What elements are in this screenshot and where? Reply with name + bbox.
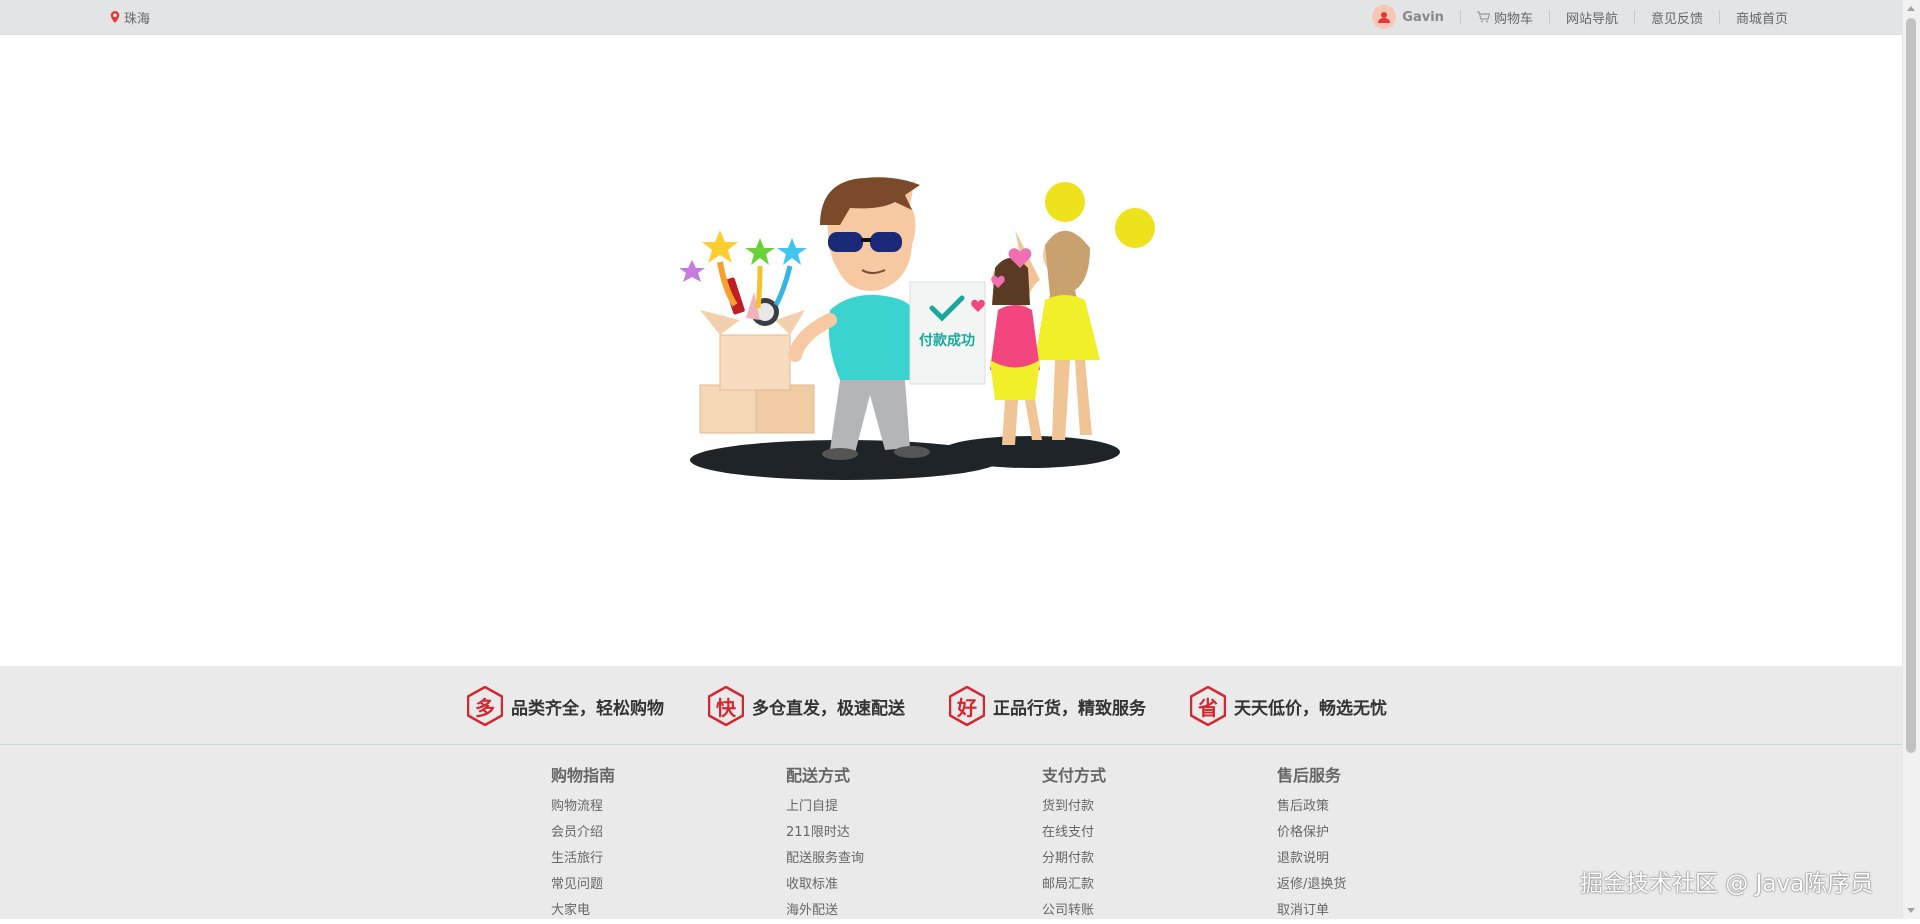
footer-link[interactable]: 价格保护 (1277, 820, 1346, 846)
footer-link[interactable]: 211限时达 (786, 820, 864, 846)
feedback-link[interactable]: 意见反馈 (1651, 8, 1703, 27)
feature-text: 正品行货，精致服务 (993, 698, 1146, 719)
cart-link[interactable]: 购物车 (1476, 8, 1533, 27)
feedback-label: 意见反馈 (1650, 11, 1703, 27)
vertical-scrollbar[interactable] (1902, 0, 1920, 919)
payment-success-illustration: 付款成功 (680, 177, 1155, 480)
footer-link[interactable]: 邮局汇款 (1042, 872, 1106, 898)
divider (1548, 10, 1550, 24)
scroll-thumb[interactable] (1906, 18, 1916, 753)
divider (1718, 10, 1720, 24)
hexagon-badge-icon: 多 (467, 686, 503, 726)
footer-link[interactable]: 购物流程 (551, 794, 615, 820)
location-selector[interactable]: 珠海 (110, 0, 150, 34)
payment-success-badge: 付款成功 (909, 281, 986, 385)
watermark: 掘金技术社区 @ Java陈序员 (1580, 871, 1874, 897)
feature-text: 多仓直发，极速配送 (752, 698, 905, 719)
user-icon (1378, 12, 1391, 23)
user-menu[interactable]: Gavin (1372, 5, 1444, 29)
footer-link[interactable]: 生活旅行 (551, 846, 615, 872)
footer-link[interactable]: 分期付款 (1042, 846, 1106, 872)
footer-link[interactable]: 售后政策 (1277, 794, 1346, 820)
payment-success-text: 付款成功 (919, 332, 975, 349)
footer-link[interactable]: 配送服务查询 (786, 846, 864, 872)
hexagon-badge-icon: 好 (949, 686, 985, 726)
guide-column-payment: 支付方式 货到付款 在线支付 分期付款 邮局汇款 公司转账 (1042, 762, 1106, 924)
column-title: 售后服务 (1277, 766, 1342, 785)
map-pin-icon (110, 11, 120, 23)
feature-item: 省 天天低价，畅选无忧 (1190, 684, 1387, 728)
top-nav: Gavin 购物车 网站导航 意见反馈 商城首页 (1372, 0, 1788, 34)
service-features: 多 品类齐全，轻松购物 快 多仓直发，极速配送 好 正品行货，精致服务 省 天天… (0, 666, 1902, 745)
footer-link[interactable]: 会员介绍 (551, 820, 615, 846)
girls-cheering-icon (990, 182, 1155, 445)
user-name: Gavin (1402, 9, 1444, 25)
avatar (1372, 5, 1397, 29)
footer-link[interactable]: 大家电 (551, 898, 615, 924)
cart-label: 购物车 (1493, 11, 1533, 27)
scroll-up-arrow-icon[interactable] (1907, 6, 1915, 11)
footer-link[interactable]: 公司转账 (1042, 898, 1106, 924)
column-title: 配送方式 (786, 766, 851, 785)
feature-item: 多 品类齐全，轻松购物 (467, 684, 664, 728)
top-bar: 珠海 Gavin 购物车 网站导航 意见反馈 商城首页 (0, 0, 1902, 35)
star-icon (777, 238, 807, 265)
divider (1459, 10, 1461, 24)
home-link[interactable]: 商城首页 (1736, 8, 1788, 27)
column-title: 支付方式 (1042, 766, 1107, 785)
footer-link[interactable]: 取消订单 (1277, 898, 1346, 924)
guide-column-shopping: 购物指南 购物流程 会员介绍 生活旅行 常见问题 大家电 (551, 762, 615, 924)
star-icon (702, 230, 738, 263)
site-nav-label: 网站导航 (1565, 11, 1618, 27)
guide-column-delivery: 配送方式 上门自提 211限时达 配送服务查询 收取标准 海外配送 (786, 762, 864, 924)
footer-link[interactable]: 常见问题 (551, 872, 615, 898)
column-title: 购物指南 (551, 766, 616, 785)
feature-text: 天天低价，畅选无忧 (1234, 698, 1387, 719)
footer-link[interactable]: 收取标准 (786, 872, 864, 898)
feature-item: 快 多仓直发，极速配送 (708, 684, 905, 728)
star-icon (745, 238, 775, 265)
footer-link[interactable]: 返修/退换货 (1277, 872, 1346, 898)
home-label: 商城首页 (1735, 11, 1788, 27)
location-label: 珠海 (124, 11, 151, 27)
cart-icon (1476, 11, 1490, 23)
divider (1633, 10, 1635, 24)
hexagon-badge-icon: 快 (708, 686, 744, 726)
footer-link[interactable]: 退款说明 (1277, 846, 1346, 872)
feature-text: 品类齐全，轻松购物 (511, 698, 664, 719)
footer-link[interactable]: 在线支付 (1042, 820, 1106, 846)
site-nav-link[interactable]: 网站导航 (1566, 8, 1618, 27)
guide-column-after-sales: 售后服务 售后政策 价格保护 退款说明 返修/退换货 取消订单 (1277, 762, 1346, 924)
footer-link[interactable]: 货到付款 (1042, 794, 1106, 820)
footer-link[interactable]: 海外配送 (786, 898, 864, 924)
scroll-down-arrow-icon[interactable] (1907, 908, 1915, 913)
ground-shadow (940, 436, 1120, 468)
footer-link[interactable]: 上门自提 (786, 794, 864, 820)
hexagon-badge-icon: 省 (1190, 686, 1226, 726)
star-icon (680, 260, 705, 282)
feature-item: 好 正品行货，精致服务 (949, 684, 1146, 728)
